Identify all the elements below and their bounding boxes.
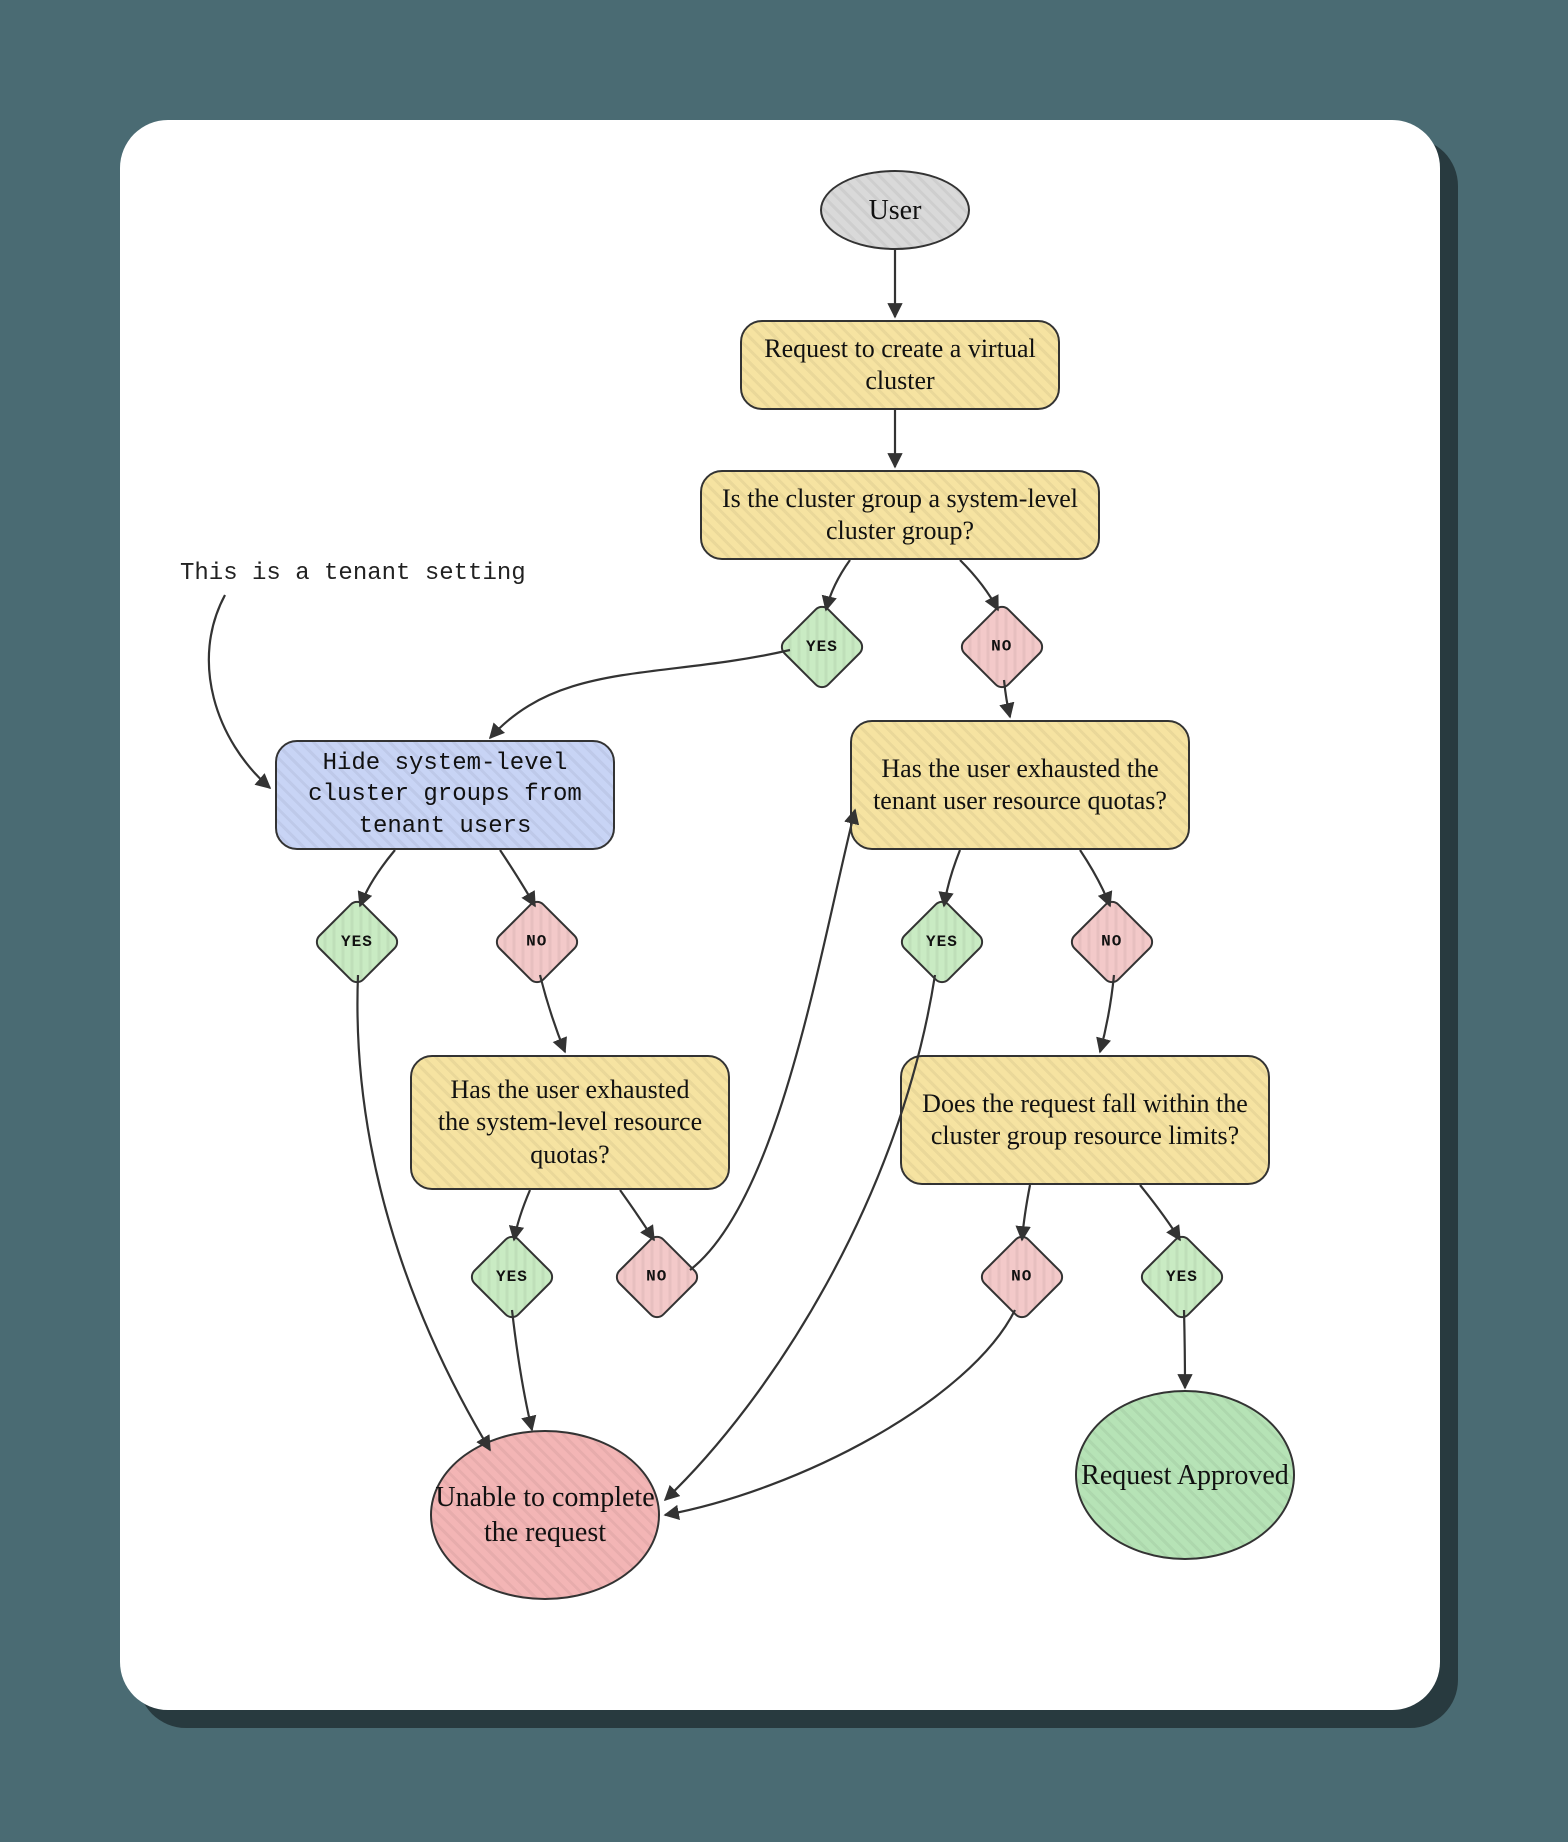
diamond-sysquota-no-label: NO — [646, 1268, 667, 1286]
diamond-tenantquota-yes: YES — [897, 897, 988, 988]
diamond-limits-yes-label: YES — [1166, 1268, 1198, 1286]
node-user-label: User — [869, 193, 922, 228]
diamond-hide-no-label: NO — [526, 933, 547, 951]
diamond-sysquota-yes-label: YES — [496, 1268, 528, 1286]
diamond-is-system-yes-label: YES — [806, 638, 838, 656]
diamond-hide-yes-label: YES — [341, 933, 373, 951]
diamond-sysquota-no: NO — [612, 1232, 703, 1323]
diamond-hide-yes: YES — [312, 897, 403, 988]
node-unable-label: Unable to complete the request — [432, 1480, 658, 1550]
node-within-limits: Does the request fall within the cluster… — [900, 1055, 1270, 1185]
diamond-tenantquota-no-label: NO — [1101, 933, 1122, 951]
diamond-is-system-no: NO — [957, 602, 1048, 693]
diamond-tenantquota-yes-label: YES — [926, 933, 958, 951]
node-approved-label: Request Approved — [1081, 1458, 1289, 1493]
diamond-limits-yes: YES — [1137, 1232, 1228, 1323]
node-tenant-quota: Has the user exhausted the tenant user r… — [850, 720, 1190, 850]
node-unable: Unable to complete the request — [430, 1430, 660, 1600]
node-hide-setting-label: Hide system-level cluster groups from te… — [297, 748, 593, 842]
node-is-system-group: Is the cluster group a system-level clus… — [700, 470, 1100, 560]
node-tenant-quota-label: Has the user exhausted the tenant user r… — [872, 753, 1168, 818]
diamond-tenantquota-no: NO — [1067, 897, 1158, 988]
diagram-card: This is a tenant setting User Request to… — [120, 120, 1440, 1710]
diamond-limits-no: NO — [977, 1232, 1068, 1323]
diamond-hide-no: NO — [492, 897, 583, 988]
flowchart-stage: This is a tenant setting User Request to… — [120, 120, 1440, 1710]
diamond-is-system-yes: YES — [777, 602, 868, 693]
tenant-setting-annotation: This is a tenant setting — [180, 560, 526, 587]
node-sys-quota: Has the user exhausted the system-level … — [410, 1055, 730, 1190]
node-user: User — [820, 170, 970, 250]
node-approved: Request Approved — [1075, 1390, 1295, 1560]
node-is-system-group-label: Is the cluster group a system-level clus… — [722, 483, 1078, 548]
diamond-limits-no-label: NO — [1011, 1268, 1032, 1286]
diamond-sysquota-yes: YES — [467, 1232, 558, 1323]
node-within-limits-label: Does the request fall within the cluster… — [922, 1088, 1248, 1153]
node-request-label: Request to create a virtual cluster — [762, 333, 1038, 398]
node-sys-quota-label: Has the user exhausted the system-level … — [432, 1074, 708, 1172]
diamond-is-system-no-label: NO — [991, 638, 1012, 656]
node-hide-setting: Hide system-level cluster groups from te… — [275, 740, 615, 850]
node-request: Request to create a virtual cluster — [740, 320, 1060, 410]
